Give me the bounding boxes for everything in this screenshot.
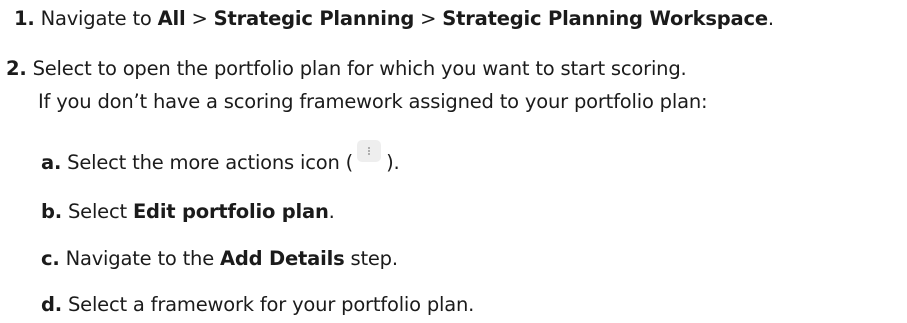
breadcrumb-strategic-planning-workspace: Strategic Planning Workspace	[442, 7, 768, 30]
breadcrumb-separator: >	[414, 7, 443, 30]
substep-c-text: Navigate to the	[59, 247, 221, 270]
substep-b-letter: b.	[41, 200, 62, 223]
step-1-number: 1.	[14, 7, 35, 30]
substep-b-text: Select	[61, 200, 133, 223]
substep-d: d. Select a framework for your portfolio…	[41, 292, 474, 318]
substep-b: b. Select Edit portfolio plan.	[41, 199, 335, 225]
substep-b-period: .	[328, 200, 335, 223]
substep-c: c. Navigate to the Add Details step.	[41, 246, 398, 272]
breadcrumb-all: All	[157, 7, 186, 30]
step-2-number: 2.	[6, 57, 27, 80]
substep-c-suffix: step.	[344, 247, 398, 270]
step-2-text: Select to open the portfolio plan for wh…	[26, 57, 687, 80]
step-1-period: .	[767, 7, 774, 30]
breadcrumb-separator: >	[185, 7, 214, 30]
breadcrumb-strategic-planning: Strategic Planning	[213, 7, 415, 30]
edit-portfolio-plan-label: Edit portfolio plan	[132, 200, 329, 223]
step-1-text-nav: Navigate to	[34, 7, 158, 30]
substep-d-text: Select a framework for your portfolio pl…	[61, 293, 475, 316]
step-1: 1. Navigate to All > Strategic Planning …	[14, 6, 774, 32]
step-2-line-1: 2. Select to open the portfolio plan for…	[6, 56, 687, 82]
more-actions-icon	[357, 140, 382, 162]
substep-a-close: ).	[386, 151, 400, 174]
add-details-label: Add Details	[220, 247, 345, 270]
step-2-line-2: If you don’t have a scoring framework as…	[38, 89, 708, 115]
substep-d-letter: d.	[41, 293, 62, 316]
substep-a: a. Select the more actions icon ().	[41, 140, 400, 176]
substep-c-letter: c.	[41, 247, 60, 270]
substep-a-text: Select the more actions icon (	[61, 151, 354, 174]
substep-a-letter: a.	[41, 151, 62, 174]
step-2-condition-text: If you don’t have a scoring framework as…	[38, 90, 708, 113]
